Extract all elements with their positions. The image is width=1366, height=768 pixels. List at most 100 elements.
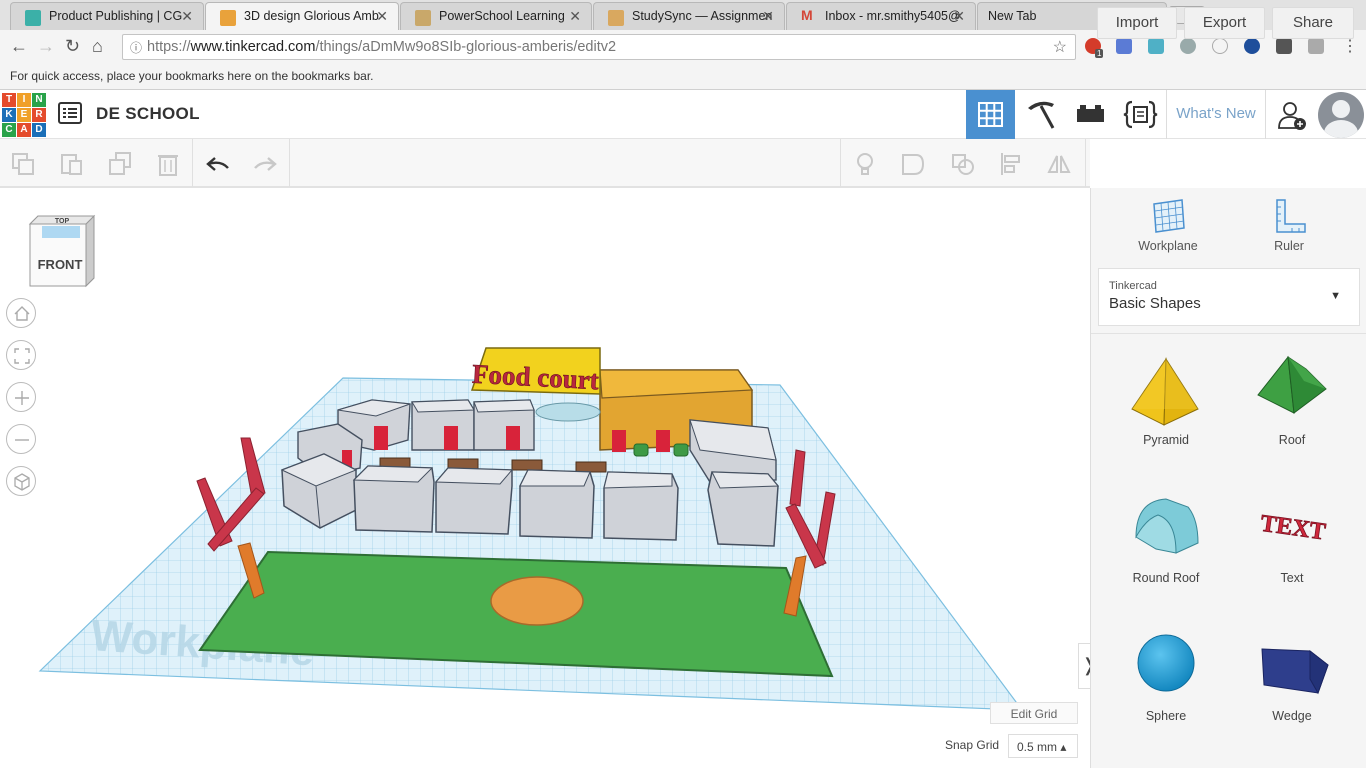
reload-icon[interactable]: ↻ (65, 36, 80, 57)
shape-label: Wedge (1272, 709, 1312, 723)
center-circle[interactable] (490, 576, 584, 626)
logo-letter: T (2, 93, 16, 107)
add-user-icon[interactable] (1276, 100, 1310, 132)
3d-view-button[interactable] (966, 90, 1015, 139)
lightbulb-icon[interactable] (852, 151, 878, 177)
extension-icon[interactable] (1308, 38, 1324, 54)
logo-letter: N (32, 93, 46, 107)
close-tab-icon[interactable]: ✕ (953, 8, 965, 25)
close-tab-icon[interactable]: ✕ (376, 8, 388, 25)
browser-tab-active[interactable]: 3D design Glorious Amb ✕ (205, 2, 399, 30)
ruler-icon (1276, 199, 1306, 233)
classroom-building[interactable] (411, 399, 475, 451)
browser-tab[interactable]: M Inbox - mr.smithy5405@ ✕ (786, 2, 976, 30)
snap-grid-select[interactable]: 0.5 mm ▴ (1008, 734, 1078, 758)
export-button[interactable]: Export (1184, 7, 1265, 39)
codeblocks-button[interactable] (1116, 90, 1165, 139)
forward-icon[interactable]: → (37, 36, 55, 57)
fountain[interactable] (535, 402, 601, 422)
workplane-icon (1153, 199, 1185, 233)
project-title[interactable]: DE SCHOOL (96, 104, 200, 124)
url-host: www.tinkercad.com (190, 39, 316, 55)
tinkercad-logo[interactable]: T I N K E R C A D (2, 93, 46, 137)
shape-pyramid[interactable]: Pyramid (1111, 353, 1221, 447)
close-tab-icon[interactable]: ✕ (181, 8, 193, 25)
shape-label: Roof (1278, 433, 1306, 447)
align-icon[interactable] (998, 151, 1024, 177)
logo-letter: R (32, 108, 46, 122)
roof-icon (1257, 355, 1327, 414)
shape-label: Pyramid (1143, 433, 1189, 447)
collapse-panel-button[interactable]: ❭ (1078, 643, 1090, 689)
pyramid-icon (1131, 357, 1199, 426)
whats-new-button[interactable]: What's New (1166, 90, 1266, 139)
workplane-tool[interactable]: Workplane (1118, 198, 1218, 253)
text-shape-icon: TEXT (1258, 510, 1327, 546)
close-tab-icon[interactable]: ✕ (762, 8, 774, 25)
box-building[interactable] (519, 469, 595, 539)
undo-icon[interactable] (205, 151, 231, 177)
design-list-icon[interactable] (58, 102, 82, 124)
shape-wedge[interactable]: Wedge (1237, 629, 1347, 723)
extension-icon[interactable] (1180, 38, 1196, 54)
edit-grid-button[interactable]: Edit Grid (990, 702, 1078, 724)
shape-text[interactable]: TEXT Text (1237, 491, 1347, 585)
scene-canvas[interactable]: Workplane Food court (0, 188, 1090, 768)
3d-workplane-viewport[interactable]: TOP FRONT Workplane Food court Edit Grid… (0, 188, 1090, 768)
avatar[interactable] (1318, 92, 1364, 138)
redo-icon[interactable] (252, 151, 278, 177)
gmail-favicon-icon: M (801, 7, 813, 23)
shape-roof[interactable]: Roof (1237, 353, 1347, 447)
extension-icon[interactable] (1148, 38, 1164, 54)
ungroup-icon[interactable] (950, 151, 976, 177)
url-scheme: https:// (147, 39, 191, 55)
tab-favicon-icon (608, 10, 624, 26)
extension-icon[interactable] (1116, 38, 1132, 54)
box-building[interactable] (707, 471, 780, 547)
bricks-view-button[interactable] (1066, 90, 1115, 139)
ruler-label: Ruler (1274, 239, 1304, 253)
group-icon[interactable] (900, 151, 926, 177)
shape-library-select[interactable]: Tinkercad Basic Shapes ▼ (1098, 268, 1360, 326)
page-info-icon[interactable]: ⓘ (130, 39, 142, 56)
share-extension-icon[interactable] (1244, 38, 1260, 54)
toolbar-divider (840, 139, 841, 187)
box-building[interactable] (434, 467, 514, 535)
picnic-table[interactable] (575, 461, 607, 473)
browser-tab[interactable]: StudySync — Assignmen ✕ (593, 2, 785, 30)
bookmarks-bar: For quick access, place your bookmarks h… (0, 64, 1366, 90)
box-building[interactable] (352, 465, 435, 533)
blocks-view-button[interactable] (1016, 90, 1065, 139)
classroom-building[interactable] (473, 399, 535, 451)
browser-tab[interactable]: PowerSchool Learning ✕ (400, 2, 592, 30)
shapes-panel: Workplane Ruler Tinkercad Basic Shapes ▼… (1090, 188, 1366, 768)
duplicate-icon[interactable] (107, 151, 133, 177)
share-button[interactable]: Share (1272, 7, 1354, 39)
pickaxe-icon (1028, 101, 1055, 129)
copy-icon[interactable] (10, 151, 36, 177)
paste-icon[interactable] (58, 151, 84, 177)
shape-label: Text (1280, 571, 1304, 585)
mirror-icon[interactable] (1046, 151, 1072, 177)
box-building[interactable] (603, 471, 679, 541)
brick-icon (1077, 105, 1104, 122)
browser-tab[interactable]: Product Publishing | CG ✕ (10, 2, 204, 30)
extension-icon[interactable] (1212, 38, 1228, 54)
shape-round-roof[interactable]: Round Roof (1111, 491, 1221, 585)
tab-title: 3D design Glorious Amb (244, 9, 379, 23)
extension-icon[interactable] (1276, 38, 1292, 54)
shape-sphere[interactable]: Sphere (1111, 629, 1221, 723)
close-tab-icon[interactable]: ✕ (569, 8, 581, 25)
bookmark-star-icon[interactable]: ☆ (1053, 37, 1067, 57)
back-icon[interactable]: ← (10, 36, 28, 57)
picnic-table[interactable] (511, 459, 543, 471)
logo-letter: C (2, 123, 16, 137)
toolbar-divider (1085, 139, 1086, 187)
chrome-menu-icon[interactable]: ⋮ (1342, 36, 1358, 56)
import-button[interactable]: Import (1097, 7, 1177, 39)
address-bar[interactable]: ⓘ https://www.tinkercad.com/things/aDmMw… (122, 34, 1076, 60)
ruler-tool[interactable]: Ruler (1239, 198, 1339, 253)
home-icon[interactable]: ⌂ (92, 36, 103, 57)
delete-icon[interactable] (155, 151, 181, 177)
wedge-icon (1261, 648, 1329, 695)
